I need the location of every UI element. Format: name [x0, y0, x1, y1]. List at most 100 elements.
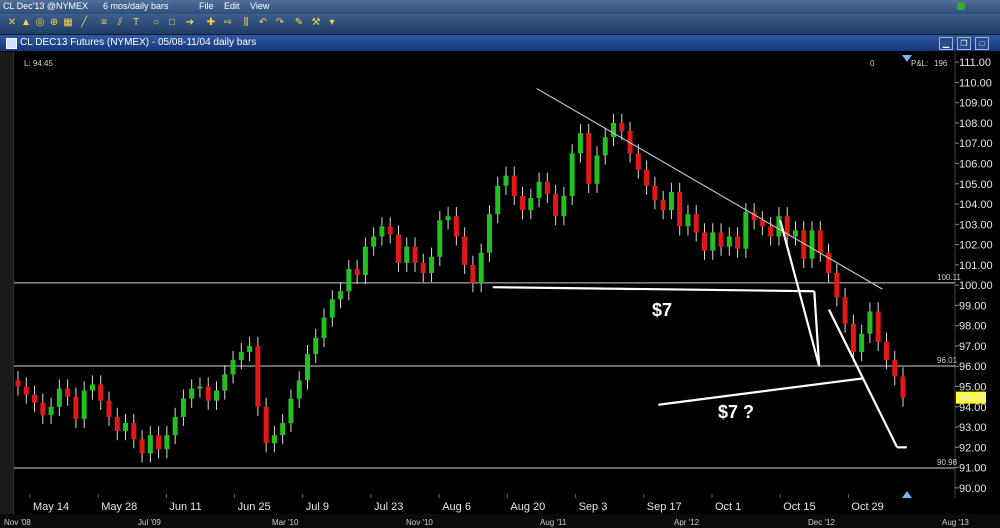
timeline-label: Jul '09: [138, 518, 161, 527]
x-tick-label: May 28: [101, 501, 137, 513]
candle: [528, 197, 534, 211]
y-tick-label: 97.00: [959, 341, 987, 353]
candle: [453, 216, 459, 237]
candle: [131, 422, 137, 440]
y-tick-label: 100.00: [959, 280, 993, 292]
marker-bottom-icon: [902, 491, 912, 498]
candle: [296, 380, 302, 399]
candle: [726, 236, 732, 247]
candle: [23, 386, 29, 395]
timeline-label: Nov '08: [4, 518, 31, 527]
candle: [65, 388, 71, 397]
candle: [875, 311, 881, 342]
candle: [156, 435, 162, 450]
y-tick-label: 96.00: [959, 361, 987, 373]
candle: [222, 374, 228, 391]
candle: [635, 153, 641, 170]
timeline-label: Nov '10: [406, 518, 433, 527]
candle: [577, 133, 583, 154]
x-tick-label: Aug 20: [510, 501, 545, 513]
candle: [346, 268, 352, 292]
y-tick-label: 107.00: [959, 138, 993, 150]
candle: [205, 386, 211, 401]
candle: [304, 354, 310, 381]
trend-line: [492, 286, 815, 293]
candle: [445, 216, 451, 221]
candle: [850, 323, 856, 353]
zero-label: 0: [870, 59, 875, 68]
candle: [470, 264, 476, 284]
candle: [553, 193, 559, 217]
y-tick-label: 104.00: [959, 199, 993, 211]
y-tick-label: 91.00: [959, 463, 987, 475]
candle: [255, 345, 261, 407]
timeline-label: Mar '10: [272, 518, 299, 527]
candle: [611, 122, 617, 138]
candle: [395, 234, 401, 263]
hline-label: 96.01: [937, 356, 958, 365]
candle: [495, 185, 501, 215]
candle: [271, 435, 277, 444]
annotation-7-question: $7 ?: [718, 402, 754, 422]
candle: [834, 272, 840, 298]
candle: [164, 435, 170, 450]
timeline-label: Apr '12: [674, 518, 700, 527]
candle: [842, 297, 848, 324]
candle: [768, 226, 774, 237]
candle: [561, 195, 567, 217]
candle: [230, 360, 236, 375]
candle: [338, 291, 344, 300]
candle: [329, 299, 335, 318]
candle: [735, 236, 741, 249]
candle: [89, 384, 95, 391]
candle: [569, 153, 575, 196]
candle: [892, 360, 898, 377]
hline-label: 100.11: [937, 273, 961, 282]
candle: [685, 214, 691, 227]
candle: [594, 155, 600, 184]
candle: [883, 341, 889, 361]
candle: [660, 199, 666, 211]
candle: [701, 232, 707, 251]
candle: [586, 133, 592, 184]
candle: [478, 252, 484, 284]
candle: [602, 137, 608, 156]
timeline-label: Aug '13: [942, 518, 969, 527]
candle: [263, 406, 269, 444]
y-tick-label: 90.00: [959, 483, 987, 495]
candle: [536, 181, 542, 198]
candle: [718, 232, 724, 247]
candle: [362, 246, 368, 275]
hline-label: 90.98: [937, 458, 958, 467]
candle: [288, 398, 294, 423]
candle: [817, 230, 823, 253]
candle: [73, 396, 79, 419]
candle: [114, 416, 120, 432]
candle: [743, 212, 749, 249]
candle: [710, 232, 716, 251]
candle: [32, 394, 38, 403]
candle: [280, 422, 286, 436]
candle: [544, 181, 550, 194]
y-tick-label: 105.00: [959, 179, 993, 191]
candle: [520, 195, 526, 211]
x-tick-label: Oct 29: [851, 501, 883, 513]
y-tick-label: 102.00: [959, 240, 993, 252]
pnl-value: 196: [934, 59, 948, 68]
candle: [644, 169, 650, 186]
candle: [321, 317, 327, 338]
candle: [437, 220, 443, 257]
candle: [48, 406, 54, 415]
candle: [503, 175, 509, 186]
candle: [462, 236, 468, 265]
candle: [619, 122, 625, 132]
price-chart[interactable]: 111.00 110.00 109.00 108.00 107.00 106.00 105.…: [0, 0, 1000, 528]
candle: [172, 416, 178, 436]
pnl-label: P&L:: [911, 59, 928, 68]
y-tick-label: 110.00: [959, 77, 992, 89]
x-tick-label: Jul 9: [306, 501, 329, 513]
candle: [354, 268, 360, 275]
y-tick-label: 93.00: [959, 422, 987, 434]
x-tick-label: Oct 15: [783, 501, 815, 513]
candle: [238, 352, 244, 361]
